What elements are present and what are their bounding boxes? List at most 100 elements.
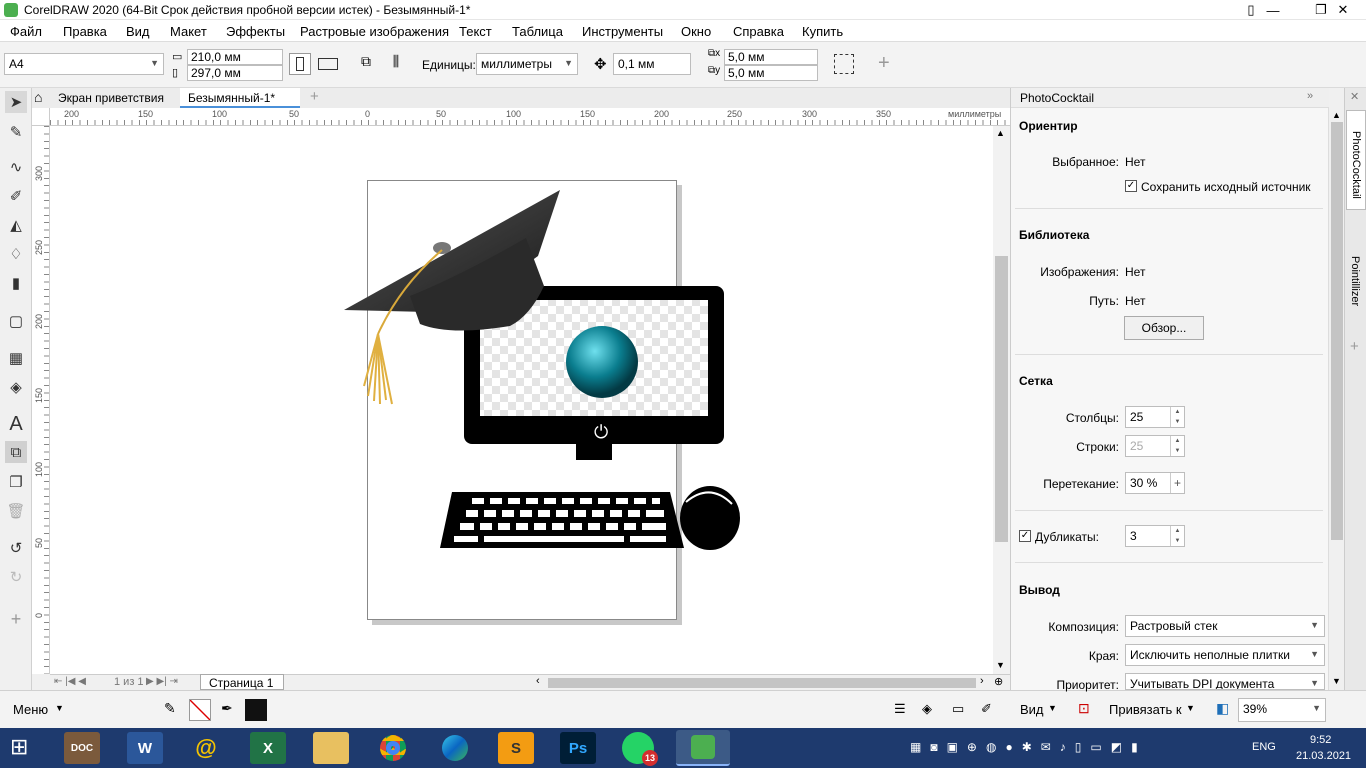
pick-tool-icon[interactable]: ➤ [5,91,27,113]
vertical-scrollbar[interactable]: ▲ ▼ [993,126,1010,674]
rows-input[interactable]: 25 ▲ ▼ [1125,435,1185,457]
clock-date[interactable]: 21.03.2021 [1296,750,1351,762]
transparency-tool-icon[interactable]: ▦ [5,347,27,369]
chevron-up-icon[interactable]: ▲ [996,128,1005,138]
page-size-select[interactable]: A4 ▼ [4,53,164,75]
chevron-right-icon[interactable]: › [980,675,984,687]
tab-photococktail[interactable]: PhotoCocktail [1346,110,1366,210]
nudge-input[interactable]: 0,1 мм [613,53,691,75]
menu-bitmaps[interactable]: Растровые изображения [300,24,449,39]
zoom-select[interactable]: 39% ▼ [1238,698,1326,722]
copy-icon[interactable]: ❐ [5,471,27,493]
menu-edit[interactable]: Правка [63,24,107,39]
docker-scrollbar[interactable]: ▲ ▼ [1328,108,1344,690]
outline-color-swatch[interactable] [245,699,267,721]
menu-view[interactable]: Вид [126,24,150,39]
clock-time[interactable]: 9:52 [1310,734,1331,746]
keep-source-checkbox[interactable]: ✓ [1125,180,1137,192]
mirror-tool-icon[interactable]: ◭ [5,214,27,236]
menu-window[interactable]: Окно [681,24,711,39]
page-tab[interactable]: Страница 1 [200,674,284,690]
home-icon[interactable]: ⌂ [34,89,42,105]
minimize-button[interactable]: — [1250,0,1296,20]
tab-document[interactable]: Безымянный-1* [180,88,300,108]
spin-arrows-icon[interactable]: ▲ ▼ [1170,526,1184,546]
chevron-down-icon[interactable]: ▼ [1048,703,1057,713]
browse-button[interactable]: Обзор... [1124,316,1204,340]
landscape-icon[interactable] [318,58,338,70]
units-select[interactable]: миллиметры ▼ [476,53,578,75]
menu-button[interactable]: Меню [13,702,48,717]
taskbar-explorer[interactable] [313,732,349,764]
align-icon[interactable]: ☰ [894,701,906,717]
snap-icon[interactable]: ⊡ [1078,700,1090,717]
chevron-left-icon[interactable]: ‹ [536,675,540,687]
fill-tool-icon[interactable]: ◈ [5,376,27,398]
taskbar-mail[interactable]: @ [188,732,224,764]
taskbar-word[interactable]: W [127,732,163,764]
menu-text[interactable]: Текст [459,24,492,39]
artistic-media-icon[interactable]: ✐ [5,185,27,207]
tab-welcome[interactable]: Экран приветствия [50,88,172,108]
taskbar-whatsapp[interactable]: 13 [622,732,658,766]
language-indicator[interactable]: ENG [1252,741,1276,753]
ruler-origin[interactable] [32,108,50,126]
taskbar-photoshop[interactable]: Ps [560,732,596,764]
chevron-down-icon[interactable]: ▼ [996,660,1005,670]
add-toolbar-button[interactable]: + [878,52,890,75]
menu-table[interactable]: Таблица [512,24,563,39]
page-width-input[interactable]: 210,0 мм [187,49,283,65]
add-docker-icon[interactable]: + [1350,338,1359,355]
pen-tool-icon[interactable]: ♢ [5,243,27,265]
outline-pen-icon[interactable]: ✒ [221,700,233,717]
edges-select[interactable]: Исключить неполные плитки ▼ [1125,644,1325,666]
menu-layout[interactable]: Макет [170,24,207,39]
add-tab-button[interactable]: + [302,88,327,108]
next-page-icon[interactable]: ▶ ▶| ⇥ [146,676,178,687]
close-button[interactable]: ✕ [1320,0,1366,20]
duplicates-input[interactable]: 3 ▲ ▼ [1125,525,1185,547]
menu-file[interactable]: Файл [10,24,42,39]
trash-icon[interactable]: 🗑 [5,500,27,522]
treat-as-filled-icon[interactable] [834,54,854,74]
vertical-ruler[interactable]: 300 250 200 150 100 50 0 [32,126,50,674]
zoom-page-icon[interactable]: ◧ [1216,700,1229,717]
taskbar-sublime[interactable]: S [498,732,534,764]
horizontal-scroll-thumb[interactable] [548,678,976,688]
fill-edit-icon[interactable]: ✎ [164,700,176,717]
vertical-scroll-thumb[interactable] [995,256,1008,542]
no-fill-swatch[interactable] [189,699,211,721]
page-height-input[interactable]: 297,0 мм [187,65,283,81]
menu-effects[interactable]: Эффекты [226,24,285,39]
text-tool-icon[interactable]: A [5,413,27,435]
snap-to-menu[interactable]: Привязать к [1109,702,1182,717]
menu-help[interactable]: Справка [733,24,784,39]
priority-select[interactable]: Учитывать DPI документа ▼ [1125,673,1325,690]
taskbar-coreldraw[interactable] [676,730,730,766]
composition-select[interactable]: Растровый стек ▼ [1125,615,1325,637]
columns-input[interactable]: 25 ▲ ▼ [1125,406,1185,428]
all-pages-icon[interactable]: ⧉ [355,53,377,75]
curve-tool-icon[interactable]: ∿ [5,156,27,178]
redo-icon[interactable]: ↻ [5,566,27,588]
chevron-up-icon[interactable]: ▲ [1332,110,1341,120]
eraser-icon[interactable]: ▮ [5,272,27,294]
overlap-input[interactable]: 30 % + [1125,472,1185,494]
menu-buy[interactable]: Купить [802,24,843,39]
taskbar-chrome[interactable] [375,732,411,764]
comments-icon[interactable]: ▭ [952,701,964,717]
rectangle-tool-icon[interactable]: ▢ [5,310,27,332]
spin-arrows-icon[interactable]: ▲ ▼ [1170,436,1184,456]
taskbar-edge[interactable] [437,732,473,764]
first-page-icon[interactable]: ⇤ |◀ ◀ [54,676,86,687]
drawing-canvas[interactable]: ⏻ [50,126,993,674]
tray-icons[interactable]: ▦◙▣⊕◍●✱✉♪▯▭◩▮ [910,740,1147,754]
hints-icon[interactable]: ✐ [981,701,992,717]
taskbar-doc-app[interactable]: DOC [64,732,100,764]
undo-icon[interactable]: ↺ [5,537,27,559]
docker-scroll-thumb[interactable] [1331,122,1343,540]
chevron-down-icon[interactable]: ▼ [1186,703,1195,713]
duplicate-x-input[interactable]: 5,0 мм [724,49,818,65]
layers-icon[interactable]: ◈ [922,701,932,717]
taskbar-excel[interactable]: X [250,732,286,764]
